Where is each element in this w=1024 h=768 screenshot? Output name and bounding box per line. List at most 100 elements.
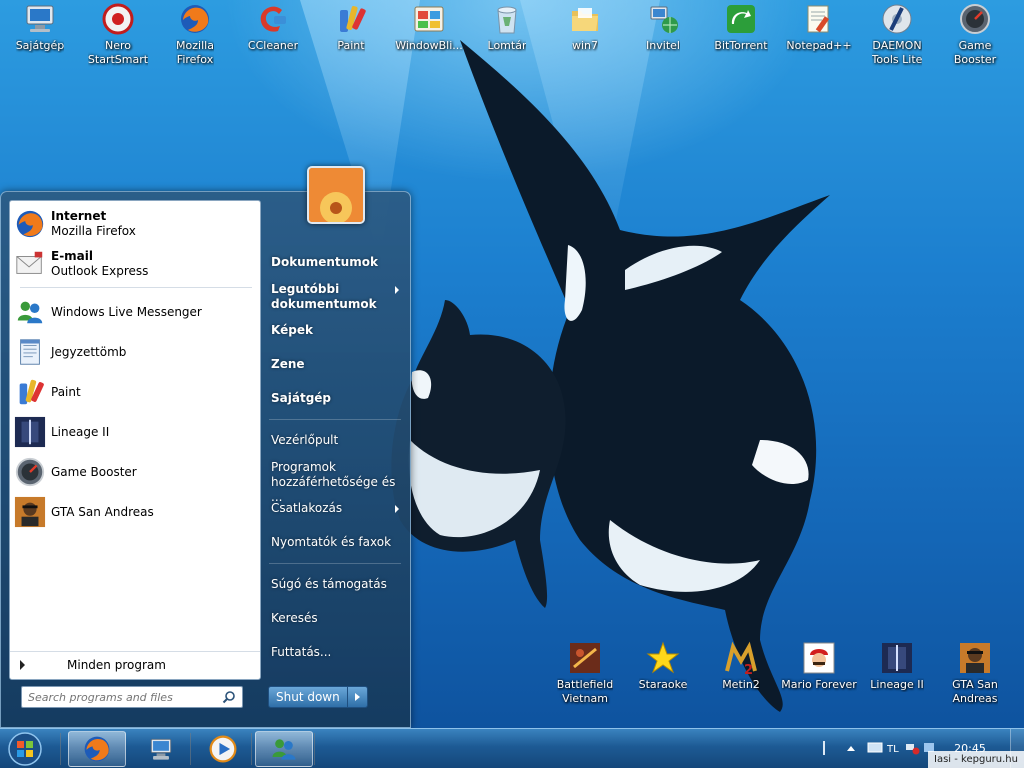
desktop-icon-daemon[interactable]: DAEMON Tools Lite	[859, 2, 935, 67]
desktop-icon-label: GTA San Andreas	[952, 678, 998, 705]
show-hidden-icons-icon[interactable]	[846, 741, 856, 755]
desktop-icon-label: Game Booster	[953, 39, 997, 66]
desktop-icon-label: Mario Forever	[781, 678, 857, 691]
firefox-icon	[16, 210, 44, 238]
right-item-control-panel[interactable]: Vezérlőpult	[271, 433, 403, 448]
taskbar-messenger[interactable]	[255, 731, 313, 767]
shutdown-group: Shut down	[268, 686, 368, 708]
shutdown-button[interactable]: Shut down	[268, 686, 348, 708]
desktop-icon-label: CCleaner	[247, 39, 299, 52]
all-programs-button[interactable]: Minden program	[10, 651, 260, 677]
recent-item-gamebooster[interactable]: Game Booster	[13, 453, 257, 491]
right-item-label: Csatlakozás	[271, 501, 343, 515]
right-item-recent-docs[interactable]: Legutóbbi dokumentumok	[271, 282, 403, 312]
recent-item-label: Paint	[51, 384, 81, 399]
desktop-icon-nero[interactable]: Nero StartSmart	[80, 2, 156, 67]
taskbar-media-player[interactable]	[194, 731, 252, 767]
bittorrent-icon	[727, 5, 755, 33]
right-item-sajatgep[interactable]: Sajátgép	[271, 391, 403, 406]
recent-item-messenger[interactable]: Windows Live Messenger	[13, 293, 257, 331]
pinned-email[interactable]: E-mail Outlook Express	[13, 245, 257, 283]
separator	[60, 733, 61, 765]
shutdown-options-button[interactable]	[347, 686, 368, 708]
right-item-connect[interactable]: Csatlakozás	[271, 501, 403, 516]
desktop-icon-gta[interactable]: GTA San Andreas	[937, 641, 1013, 706]
display-icon[interactable]	[867, 741, 883, 755]
right-item-help[interactable]: Súgó és támogatás	[271, 577, 403, 592]
desktop-icon-lineage[interactable]: Lineage II	[859, 641, 935, 692]
taskbar-network-computer[interactable]	[132, 731, 190, 767]
tray-handle-icon[interactable]	[822, 741, 826, 755]
separator	[269, 563, 401, 564]
recent-item-label: Game Booster	[51, 464, 137, 479]
right-item-label: Legutóbbi dokumentumok	[271, 282, 377, 311]
taskbar-firefox[interactable]	[68, 731, 126, 767]
search-input[interactable]	[28, 687, 218, 707]
desktop-icon-win7[interactable]: win7	[547, 2, 623, 53]
mario-icon	[803, 642, 835, 674]
start-search-box[interactable]	[21, 686, 243, 708]
desktop-icon-mario[interactable]: Mario Forever	[781, 641, 857, 692]
all-programs-label: Minden program	[67, 658, 166, 672]
recent-item-label: Windows Live Messenger	[51, 304, 202, 319]
network-status-icon[interactable]	[905, 741, 921, 755]
pinned-internet[interactable]: Internet Mozilla Firefox	[13, 205, 257, 243]
pinned-subtitle: Outlook Express	[51, 264, 149, 278]
right-item-printers[interactable]: Nyomtatók és faxok	[271, 535, 403, 550]
desktop-icon-ccleaner[interactable]: CCleaner	[235, 2, 311, 53]
star-icon	[646, 641, 680, 674]
desktop-icon-label: Mozilla Firefox	[176, 39, 214, 66]
recent-item-lineage[interactable]: Lineage II	[13, 413, 257, 451]
notepad-icon	[20, 339, 40, 365]
desktop-icon-gamebooster[interactable]: Game Booster	[937, 2, 1013, 67]
recent-item-notepad[interactable]: Jegyzettömb	[13, 333, 257, 371]
desktop-icon-firefox[interactable]: Mozilla Firefox	[157, 2, 233, 67]
separator	[314, 733, 315, 765]
daemon-tools-icon	[882, 4, 912, 34]
desktop-icon-invitel[interactable]: Invitel	[625, 2, 701, 53]
desktop-icon-sajatgep[interactable]: Sajátgép	[2, 2, 78, 53]
desktop-icon-label: Lineage II	[870, 678, 924, 691]
desktop-icon-label: Nero StartSmart	[87, 39, 149, 66]
right-item-kepek[interactable]: Képek	[271, 323, 403, 338]
desktop-icon-paint[interactable]: Paint	[313, 2, 389, 53]
notepad-plus-icon	[807, 5, 830, 33]
desktop-icon-bittorrent[interactable]: BitTorrent	[703, 2, 779, 53]
desktop-icon-metin2[interactable]: 2 Metin2	[703, 641, 779, 692]
search-icon[interactable]	[222, 690, 236, 704]
recent-item-label: GTA San Andreas	[51, 504, 154, 519]
pinned-title: Internet	[51, 209, 107, 223]
recent-item-gta[interactable]: GTA San Andreas	[13, 493, 257, 531]
svg-text:TL: TL	[887, 744, 899, 755]
desktop-icon-lomtar[interactable]: Lomtár	[469, 2, 545, 53]
start-orb-button[interactable]	[6, 731, 44, 767]
network-icon	[650, 6, 678, 33]
right-item-dokumentumok[interactable]: Dokumentumok	[271, 255, 403, 270]
recent-item-paint[interactable]: Paint	[13, 373, 257, 411]
desktop-icon-label: Lomtár	[487, 39, 527, 52]
recycle-bin-icon	[497, 6, 517, 34]
watermark-text: Iasi - kepguru.hu	[928, 751, 1024, 768]
pinned-subtitle: Mozilla Firefox	[51, 224, 136, 238]
desktop-icon-battlefield[interactable]: Battlefield Vietnam	[547, 641, 623, 706]
svg-text:2: 2	[744, 663, 753, 675]
right-item-search[interactable]: Keresés	[271, 611, 403, 626]
paint-icon	[19, 379, 44, 405]
game-booster-icon	[15, 457, 45, 487]
lineage-icon	[882, 643, 912, 673]
desktop-icon-label: BitTorrent	[714, 39, 768, 52]
separator	[20, 287, 252, 288]
desktop-icon-windowblinds[interactable]: WindowBli...	[391, 2, 467, 53]
right-item-programs-access[interactable]: Programok hozzáférhetősége és ...	[271, 460, 403, 505]
right-item-run[interactable]: Futtatás...	[271, 645, 403, 660]
desktop-icon-staraoke[interactable]: Staraoke	[625, 641, 701, 692]
user-picture[interactable]	[307, 166, 365, 224]
mail-icon	[16, 251, 43, 274]
desktop-icon-label: Metin2	[722, 678, 760, 691]
desktop-icon-label: DAEMON Tools Lite	[871, 39, 923, 66]
desktop-icon-notepadpp[interactable]: Notepad++	[781, 2, 857, 53]
desktop-icon-label: WindowBli...	[395, 39, 463, 52]
right-item-zene[interactable]: Zene	[271, 357, 403, 372]
submenu-arrow-icon	[395, 505, 399, 513]
keyboard-layout-icon[interactable]: TL	[887, 741, 901, 755]
